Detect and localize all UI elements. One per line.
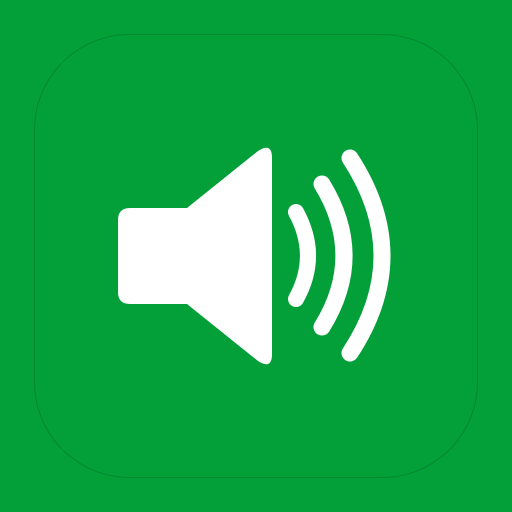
speaker-volume-icon	[118, 147, 391, 365]
sound-wave-medium	[313, 175, 353, 336]
speaker-body	[118, 147, 272, 365]
sound-wave-large	[341, 149, 391, 362]
app-icon[interactable]	[0, 0, 512, 512]
sound-wave-small	[288, 204, 316, 307]
